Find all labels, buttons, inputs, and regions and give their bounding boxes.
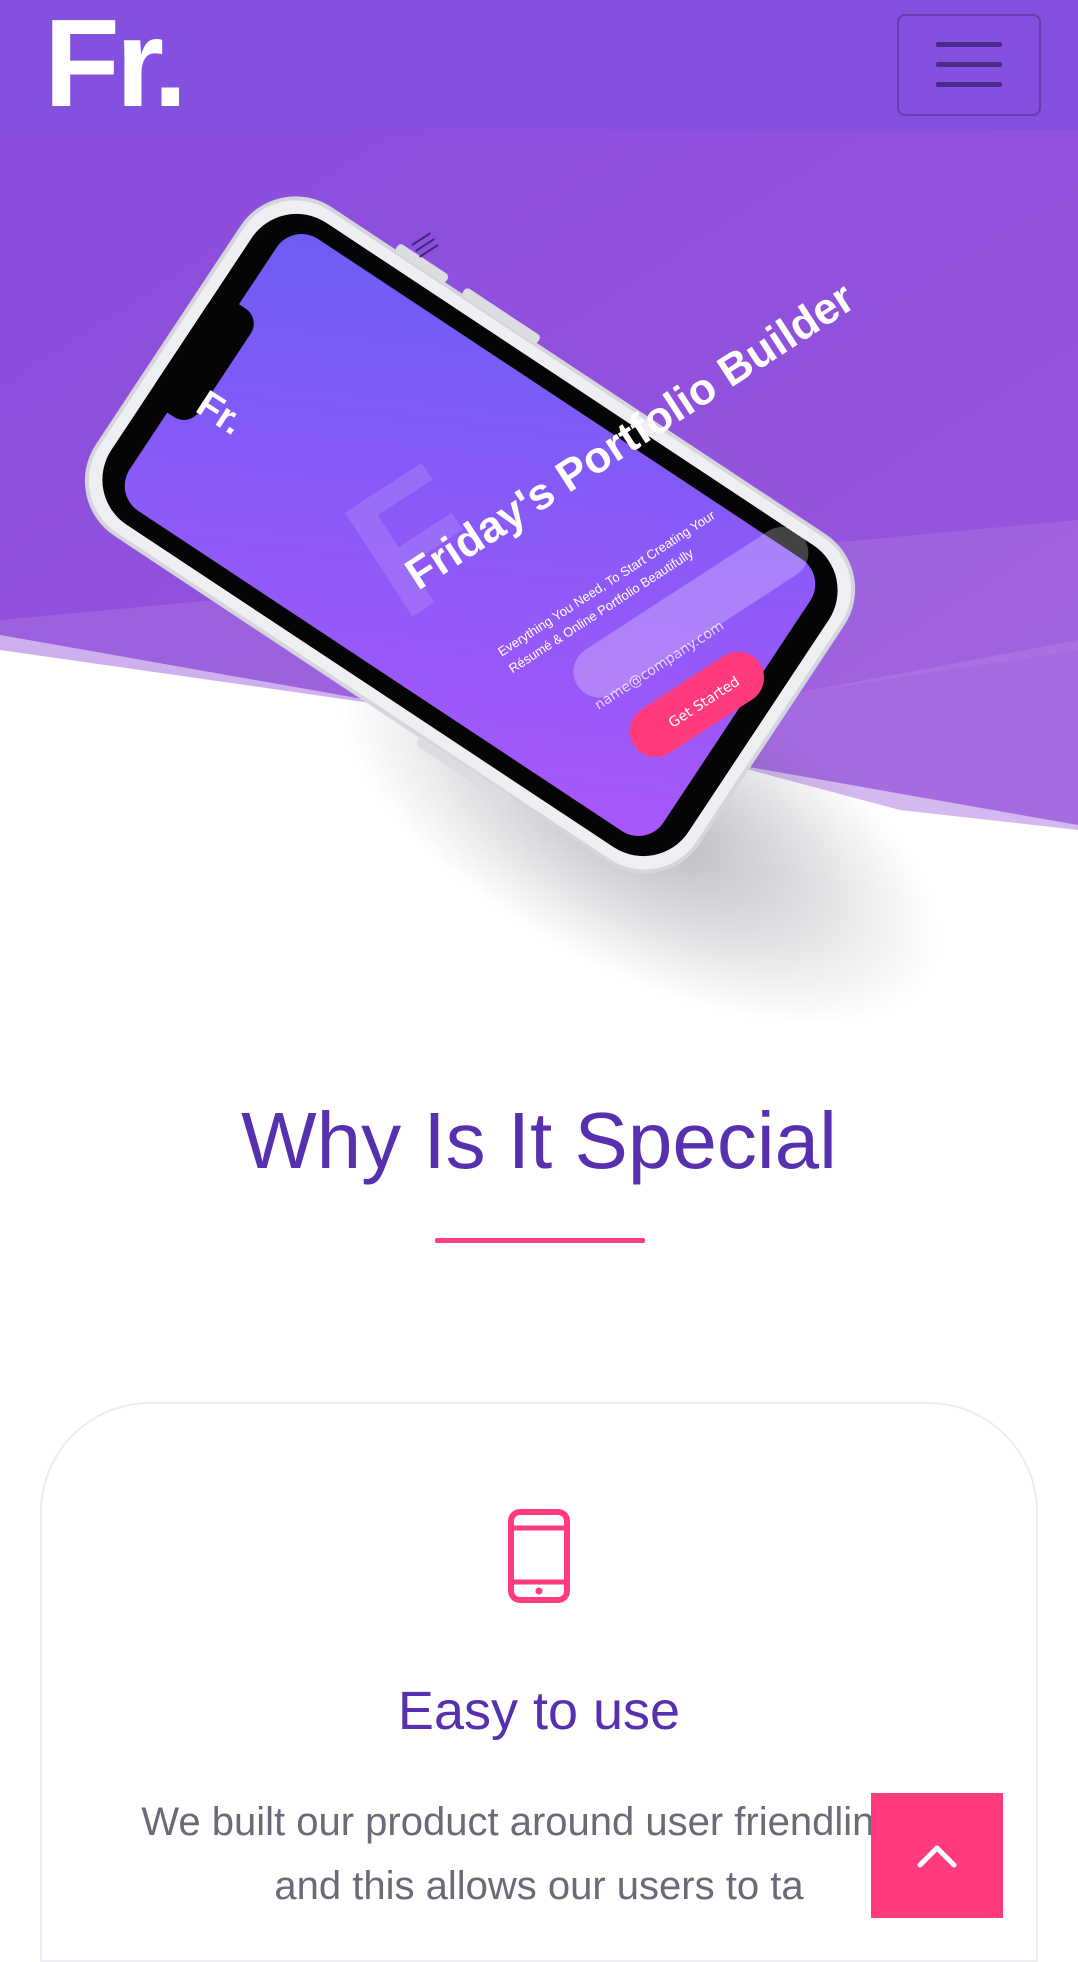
navbar: Fr. (0, 0, 1078, 132)
menu-toggle-button[interactable] (897, 14, 1041, 116)
mobile-phone-icon (508, 1509, 570, 1603)
chevron-up-icon (917, 1845, 957, 1867)
hamburger-icon (936, 42, 1002, 87)
feature-description: We built our product around user friendl… (141, 1800, 937, 1908)
brand-logo[interactable]: Fr. (44, 0, 188, 132)
feature-title: Easy to use (397, 1681, 681, 1741)
hero-background (0, 130, 1078, 840)
scroll-to-top-button[interactable] (871, 1793, 1003, 1918)
section-title: Why Is It Special (241, 1096, 837, 1185)
title-underline (435, 1238, 645, 1243)
